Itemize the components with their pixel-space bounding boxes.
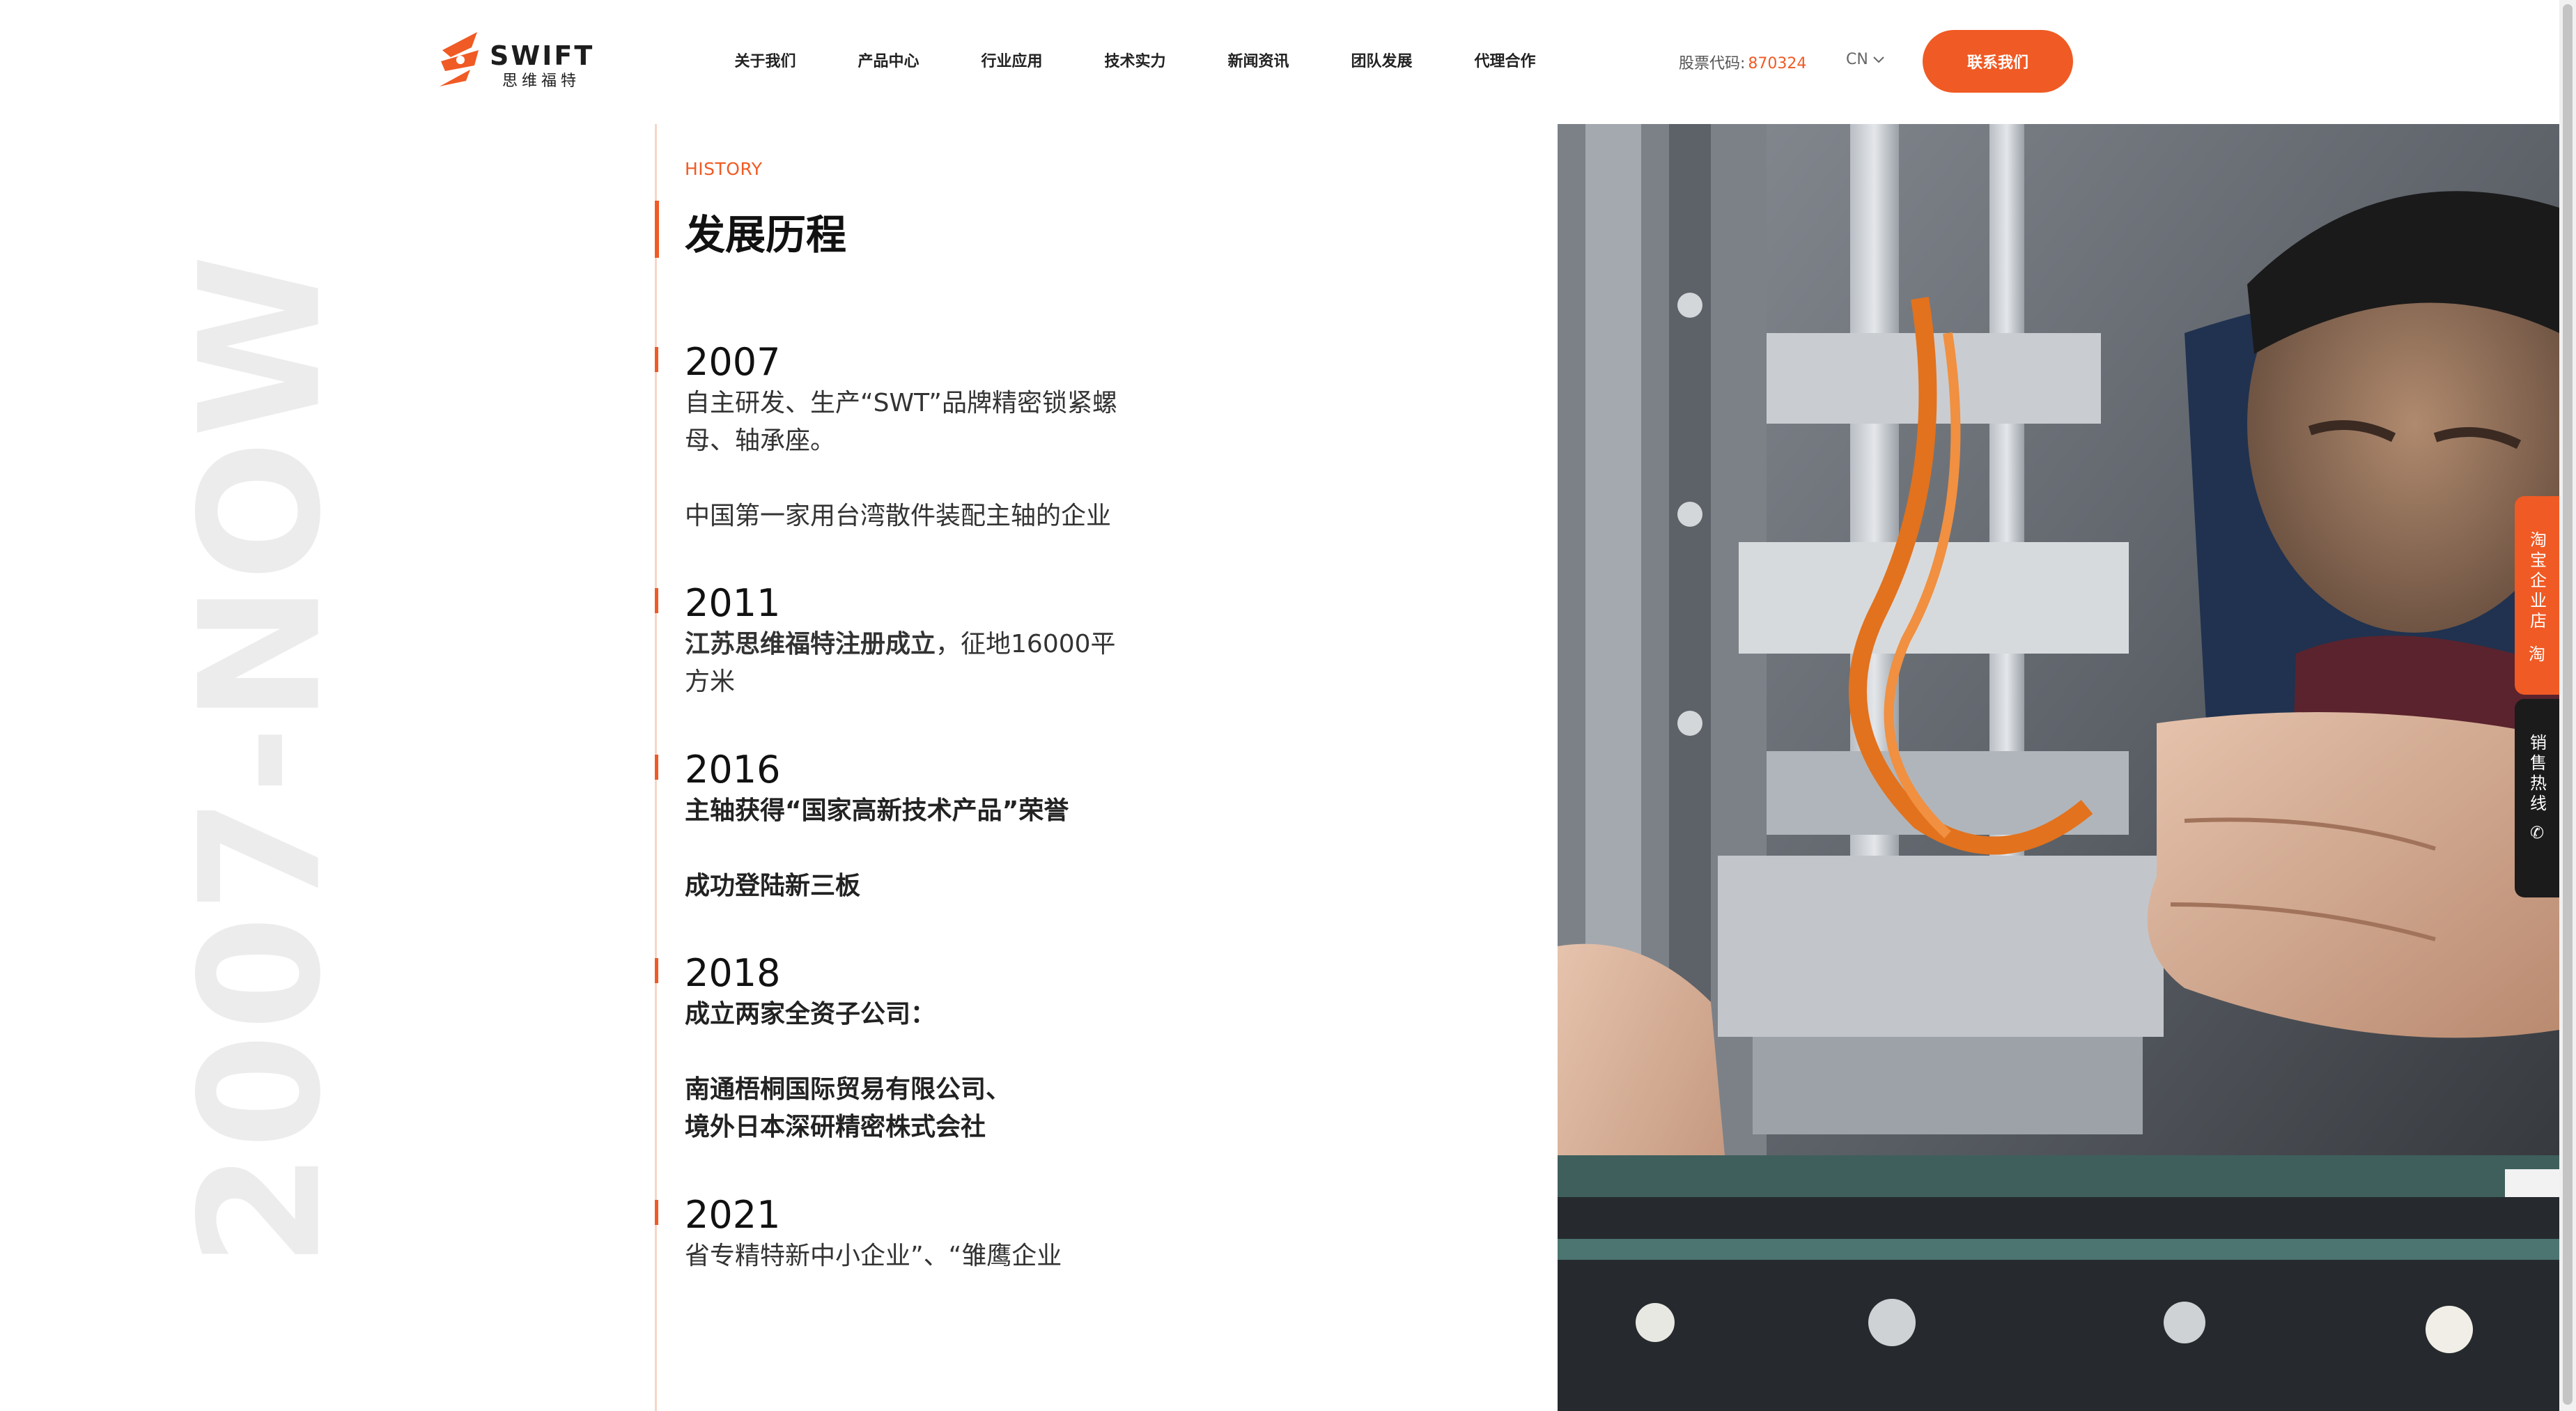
nav-technology[interactable]: 技术实力 xyxy=(1073,49,1197,71)
entry-year: 2016 xyxy=(685,748,781,792)
entry-text: 中国第一家用台湾散件装配主轴的企业 xyxy=(685,502,1112,530)
timeline-marker xyxy=(655,1200,658,1225)
nav-agency[interactable]: 代理合作 xyxy=(1443,49,1567,71)
year-range-watermark: 2007-NOW xyxy=(165,252,358,1267)
entry-text: 主轴获得“国家高新技术产品”荣誉 xyxy=(685,796,1069,825)
entry-text: 方米 xyxy=(685,668,736,696)
stock-label: 股票代码: xyxy=(1679,55,1746,72)
nav-products[interactable]: 产品中心 xyxy=(827,49,950,71)
page-title: 发展历程 xyxy=(685,211,847,259)
timeline-marker xyxy=(655,347,658,372)
swift-logo[interactable]: SWIFT 思维福特 xyxy=(435,29,596,92)
entry-text: 江苏思维福特注册成立，征地16000平 xyxy=(685,626,1131,663)
phone-icon: ✆ xyxy=(2529,823,2545,842)
entry-year: 2007 xyxy=(685,340,781,384)
entry-year: 2018 xyxy=(685,951,781,995)
timeline-marker xyxy=(655,588,658,613)
nav-about[interactable]: 关于我们 xyxy=(704,49,827,71)
factory-worker-photo xyxy=(1558,124,2559,1411)
main-nav: 关于我们 产品中心 行业应用 技术实力 新闻资讯 团队发展 代理合作 xyxy=(704,49,1567,71)
timeline-entry-2007: 2007 自主研发、生产“SWT”品牌精密锁紧螺 母、轴承座。 中国第一家用台湾… xyxy=(655,340,1131,535)
entry-text: 省专精特新中小企业”、“雏鹰企业 xyxy=(685,1242,1062,1270)
entry-text: 境外日本深研精密株式会社 xyxy=(685,1113,986,1141)
chevron-down-icon xyxy=(1873,56,1884,63)
logo-mark-icon xyxy=(440,32,479,86)
contact-us-button[interactable]: 联系我们 xyxy=(1923,30,2073,93)
nav-news[interactable]: 新闻资讯 xyxy=(1197,49,1320,71)
entry-year: 2021 xyxy=(685,1193,781,1237)
timeline-entry-2011: 2011 江苏思维福特注册成立，征地16000平 方米 xyxy=(655,581,1131,701)
timeline-marker xyxy=(655,755,658,780)
timeline-entry-2021: 2021 省专精特新中小企业”、“雏鹰企业 xyxy=(655,1193,1131,1275)
site-header: SWIFT 思维福特 关于我们 产品中心 行业应用 技术实力 新闻资讯 团队发展… xyxy=(0,0,2576,124)
year-range-text: 2007-NOW xyxy=(164,252,358,1267)
entry-text: 自主研发、生产“SWT”品牌精密锁紧螺 xyxy=(685,389,1117,417)
entry-text-rest: ，征地16000平 xyxy=(936,630,1116,658)
sales-hotline-label: 销售热线 xyxy=(2527,734,2547,815)
scrollbar-thumb[interactable] xyxy=(2563,4,2573,1405)
taobao-store-label: 淘宝企业店 xyxy=(2527,531,2547,632)
taobao-icon: 淘 xyxy=(2529,645,2545,664)
timeline-marker xyxy=(655,958,658,983)
history-label: HISTORY xyxy=(685,159,763,179)
entry-text: 南通梧桐国际贸易有限公司、 xyxy=(685,1075,1011,1104)
nav-industry[interactable]: 行业应用 xyxy=(950,49,1073,71)
stock-code: 870324 xyxy=(1748,55,1807,72)
taobao-store-button[interactable]: 淘宝企业店 淘 xyxy=(2515,496,2559,695)
timeline-entry-2018: 2018 成立两家全资子公司： 南通梧桐国际贸易有限公司、 境外日本深研精密株式… xyxy=(655,951,1131,1146)
language-label: CN xyxy=(1846,51,1868,68)
sales-hotline-button[interactable]: 销售热线 ✆ xyxy=(2515,699,2559,897)
entry-year: 2011 xyxy=(685,581,781,625)
entry-text: 成功登陆新三板 xyxy=(685,872,861,900)
entry-text-bold: 江苏思维福特注册成立 xyxy=(685,630,936,658)
language-selector[interactable]: CN xyxy=(1846,51,1885,68)
entry-text: 成立两家全资子公司： xyxy=(685,1000,936,1028)
logo-wordmark: SWIFT xyxy=(490,40,595,71)
title-accent-bar xyxy=(655,201,659,258)
nav-team[interactable]: 团队发展 xyxy=(1320,49,1443,71)
timeline-entry-2016: 2016 主轴获得“国家高新技术产品”荣誉 成功登陆新三板 xyxy=(655,748,1131,905)
entry-text: 母、轴承座。 xyxy=(685,426,836,455)
logo-subtitle: 思维福特 xyxy=(502,72,581,90)
stock-info: 股票代码: 870324 xyxy=(1679,51,1806,73)
